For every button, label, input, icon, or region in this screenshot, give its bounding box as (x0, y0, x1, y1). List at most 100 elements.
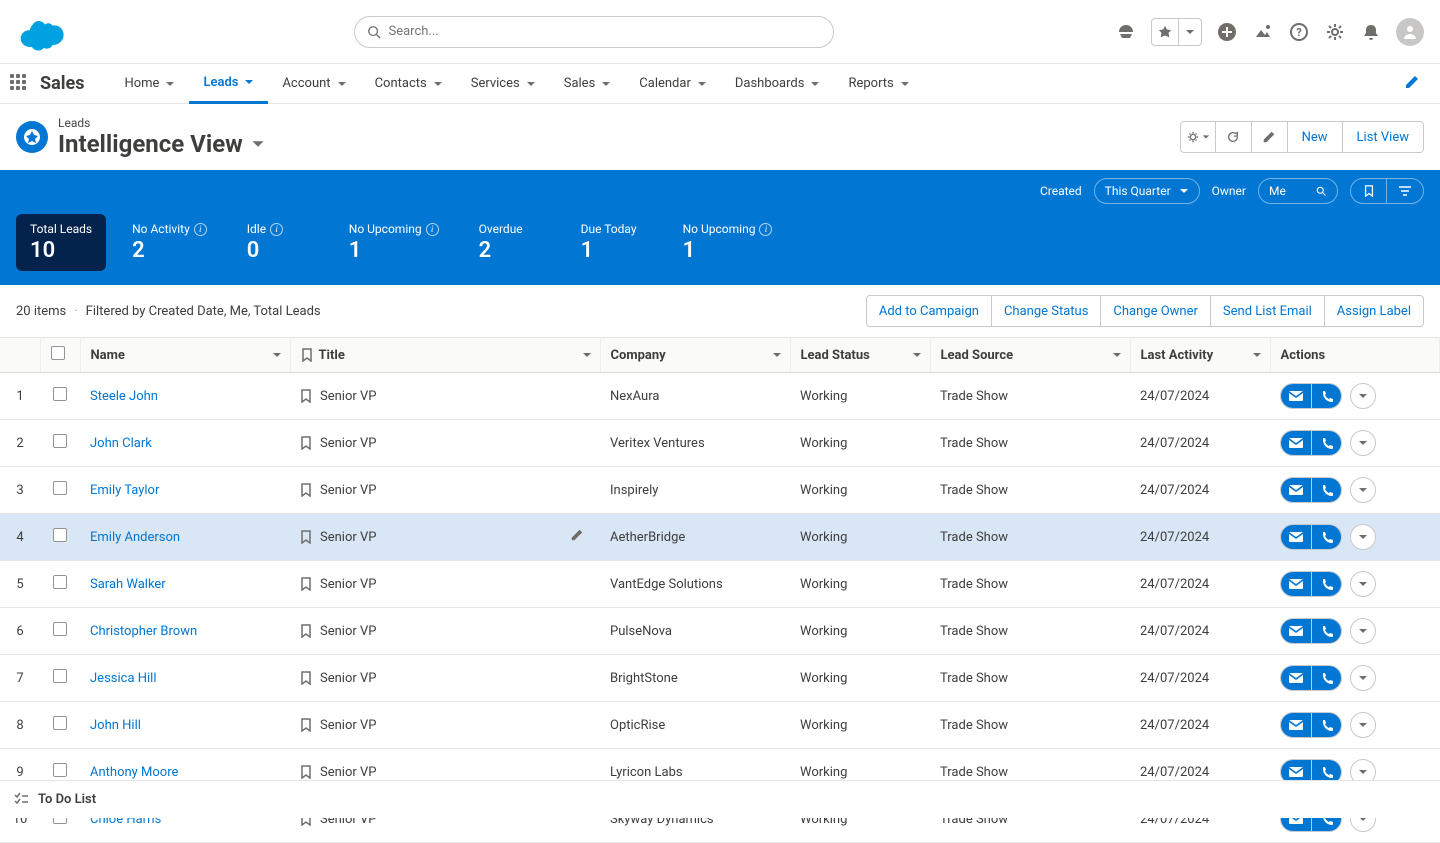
send-list-email-button[interactable]: Send List Email (1211, 295, 1325, 327)
bookmark-icon[interactable] (300, 671, 312, 685)
row-checkbox[interactable] (53, 528, 67, 542)
lead-name-link[interactable]: Christopher Brown (90, 624, 197, 639)
created-filter[interactable]: This Quarter (1094, 178, 1200, 204)
lead-name-link[interactable]: Sarah Walker (90, 577, 166, 592)
phone-button[interactable] (1311, 478, 1341, 502)
metric-total-leads[interactable]: Total Leads10 (16, 214, 106, 271)
row-checkbox[interactable] (53, 434, 67, 448)
phone-button[interactable] (1311, 713, 1341, 737)
nav-item-account[interactable]: Account (268, 64, 360, 104)
setup-gear-icon[interactable] (1324, 21, 1346, 43)
row-checkbox[interactable] (53, 575, 67, 589)
edit-nav-icon[interactable] (1404, 74, 1420, 94)
nav-item-reports[interactable]: Reports (834, 64, 923, 104)
lead-name-link[interactable]: Jessica Hill (90, 671, 157, 686)
todo-label[interactable]: To Do List (38, 792, 96, 807)
notifications-icon[interactable] (1360, 21, 1382, 43)
lead-name-link[interactable]: John Hill (90, 718, 141, 733)
row-checkbox[interactable] (53, 716, 67, 730)
refresh-button[interactable] (1216, 121, 1252, 153)
change-status-button[interactable]: Change Status (992, 295, 1101, 327)
nav-item-contacts[interactable]: Contacts (361, 64, 457, 104)
email-button[interactable] (1281, 478, 1311, 502)
nav-item-home[interactable]: Home (110, 64, 189, 104)
col-name[interactable]: Name (80, 338, 290, 373)
metric-no-upcoming[interactable]: No Upcomingi1 (669, 214, 787, 271)
owner-filter[interactable]: Me (1258, 178, 1338, 204)
help-icon[interactable]: ? (1288, 21, 1310, 43)
row-menu-button[interactable] (1350, 383, 1376, 409)
email-button[interactable] (1281, 572, 1311, 596)
metric-no-activity[interactable]: No Activityi2 (118, 214, 221, 271)
nav-item-services[interactable]: Services (457, 64, 550, 104)
bookmark-icon[interactable] (300, 718, 312, 732)
col-title[interactable]: Title (290, 338, 600, 373)
bookmark-icon[interactable] (300, 577, 312, 591)
row-menu-button[interactable] (1350, 712, 1376, 738)
nav-item-leads[interactable]: Leads (189, 64, 268, 104)
lead-name-link[interactable]: Emily Anderson (90, 530, 180, 545)
phone-button[interactable] (1311, 572, 1341, 596)
salesforce-logo[interactable] (16, 12, 72, 52)
phone-button[interactable] (1311, 525, 1341, 549)
col-lead-status[interactable]: Lead Status (790, 338, 930, 373)
row-checkbox[interactable] (53, 669, 67, 683)
list-view-button[interactable]: List View (1343, 121, 1424, 153)
col-lead-source[interactable]: Lead Source (930, 338, 1130, 373)
nav-item-sales[interactable]: Sales (550, 64, 626, 104)
email-button[interactable] (1281, 713, 1311, 737)
bookmark-icon[interactable] (300, 765, 312, 779)
metric-due-today[interactable]: Due Today1 (567, 214, 657, 271)
email-button[interactable] (1281, 525, 1311, 549)
row-menu-button[interactable] (1350, 618, 1376, 644)
nav-item-dashboards[interactable]: Dashboards (721, 64, 835, 104)
select-all-checkbox[interactable] (51, 346, 65, 360)
new-button[interactable]: New (1288, 121, 1343, 153)
add-icon[interactable] (1216, 21, 1238, 43)
change-owner-button[interactable]: Change Owner (1101, 295, 1210, 327)
bookmark-icon[interactable] (300, 436, 312, 450)
edit-list-button[interactable] (1252, 121, 1288, 153)
trailhead-icon[interactable] (1115, 21, 1137, 43)
metric-no-upcoming[interactable]: No Upcomingi1 (335, 214, 453, 271)
bookmark-icon[interactable] (300, 530, 312, 544)
email-button[interactable] (1281, 431, 1311, 455)
email-button[interactable] (1281, 384, 1311, 408)
row-menu-button[interactable] (1350, 665, 1376, 691)
bookmark-icon[interactable] (300, 624, 312, 638)
email-button[interactable] (1281, 619, 1311, 643)
bookmark-icon[interactable] (300, 483, 312, 497)
row-menu-button[interactable] (1350, 477, 1376, 503)
metric-idle[interactable]: Idlei0 (233, 214, 323, 271)
image-icon[interactable] (1252, 21, 1274, 43)
row-checkbox[interactable] (53, 763, 67, 777)
filter-view-button[interactable] (1387, 179, 1423, 203)
favorites-dropdown[interactable] (1179, 19, 1201, 45)
add-to-campaign-button[interactable]: Add to Campaign (866, 295, 992, 327)
row-menu-button[interactable] (1350, 571, 1376, 597)
lead-name-link[interactable]: Anthony Moore (90, 765, 178, 780)
app-launcher-icon[interactable] (10, 74, 30, 94)
search-input[interactable] (389, 24, 821, 39)
col-last-activity[interactable]: Last Activity (1130, 338, 1270, 373)
col-select[interactable] (40, 338, 80, 373)
lead-name-link[interactable]: Emily Taylor (90, 483, 159, 498)
list-settings-button[interactable] (1180, 121, 1216, 153)
row-menu-button[interactable] (1350, 430, 1376, 456)
bookmark-icon[interactable] (300, 389, 312, 403)
lead-name-link[interactable]: Steele John (90, 389, 158, 404)
row-checkbox[interactable] (53, 481, 67, 495)
phone-button[interactable] (1311, 666, 1341, 690)
assign-label-button[interactable]: Assign Label (1325, 295, 1424, 327)
email-button[interactable] (1281, 666, 1311, 690)
col-company[interactable]: Company (600, 338, 790, 373)
metric-overdue[interactable]: Overdue2 (465, 214, 555, 271)
bookmark-view-button[interactable] (1351, 179, 1387, 203)
edit-cell-icon[interactable] (570, 528, 584, 546)
favorites-button[interactable] (1151, 18, 1202, 46)
row-checkbox[interactable] (53, 622, 67, 636)
page-title[interactable]: Intelligence View (58, 130, 265, 158)
star-icon[interactable] (1152, 19, 1179, 45)
user-avatar[interactable] (1396, 18, 1424, 46)
row-checkbox[interactable] (53, 387, 67, 401)
